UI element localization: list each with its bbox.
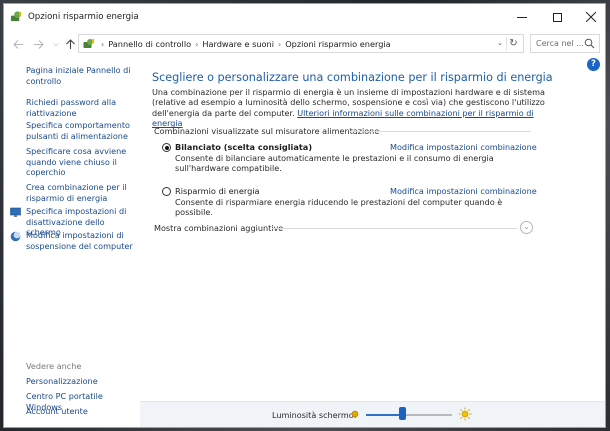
moon-icon: [10, 231, 21, 242]
back-arrow-icon: [12, 40, 23, 49]
breadcrumb-separator-icon: ›: [195, 39, 199, 49]
more-plans-label[interactable]: Mostra combinazioni aggiuntive: [154, 223, 283, 233]
brightness-slider-thumb[interactable]: [398, 407, 406, 420]
main-content: ? Scegliere o personalizzare una combina…: [140, 58, 605, 402]
brightness-label: Luminosità schermo:: [272, 410, 357, 420]
sidebar-link-sleep[interactable]: Modifica impostazioni di sospensione del…: [26, 230, 133, 251]
sidebar-link-require-password[interactable]: Richiedi password alla riattivazione: [26, 97, 136, 118]
intro-text: Una combinazione per il risparmio di ene…: [152, 87, 562, 129]
search-box[interactable]: Cerca nel ...: [530, 34, 600, 53]
breadcrumb: › Pannello di controllo › Hardware e suo…: [101, 39, 391, 49]
address-bar[interactable]: › Pannello di controllo › Hardware e suo…: [78, 34, 524, 53]
sidebar-link-power-buttons[interactable]: Specifica comportamento pulsanti di alim…: [26, 120, 136, 141]
sidebar-link-control-panel-home[interactable]: Pagina iniziale Pannello di controllo: [26, 65, 136, 86]
control-panel-icon: [83, 39, 94, 48]
plan-power-saver-radio[interactable]: [162, 187, 171, 196]
power-options-window: Opzioni risparmio energia ⌵ › Pannello d…: [3, 3, 606, 428]
forward-arrow-icon: [33, 40, 44, 49]
sidebar-item-sleep[interactable]: Modifica impostazioni di sospensione del…: [10, 230, 136, 251]
page-title: Scegliere o personalizzare una combinazi…: [152, 71, 553, 84]
minimize-button[interactable]: [502, 4, 542, 30]
plan-balanced-desc: Consente di bilanciare automaticamente l…: [175, 153, 494, 174]
monitor-icon: [10, 207, 21, 217]
maximize-icon: [552, 12, 562, 22]
plan-balanced-radio[interactable]: [162, 143, 171, 152]
sidebar-link-create-plan[interactable]: Crea combinazione per il risparmio di en…: [26, 182, 136, 203]
breadcrumb-separator-icon: ›: [278, 39, 282, 49]
sidebar-link-lid-close[interactable]: Specificare cosa avviene quando viene ch…: [26, 146, 136, 178]
breadcrumb-separator-icon: ›: [101, 39, 105, 49]
brightness-high-icon: [458, 407, 472, 421]
back-button[interactable]: [10, 36, 26, 52]
brightness-low-icon: [351, 410, 359, 418]
minimize-icon: [517, 16, 527, 18]
forward-button[interactable]: [30, 36, 46, 52]
sidebar: Pagina iniziale Pannello di controllo Ri…: [4, 58, 140, 427]
see-also-link-personalization[interactable]: Personalizzazione: [26, 376, 136, 387]
section-divider: [350, 131, 531, 132]
brightness-slider-fill: [366, 414, 403, 416]
refresh-icon[interactable]: ↻: [506, 37, 520, 51]
breadcrumb-item-control-panel[interactable]: Pannello di controllo: [108, 39, 191, 49]
more-plans-divider: [272, 228, 518, 229]
power-options-icon: [10, 11, 22, 22]
search-input[interactable]: Cerca nel ...: [536, 39, 584, 48]
title-bar: Opzioni risparmio energia: [4, 4, 605, 30]
window-title: Opzioni risparmio energia: [28, 12, 139, 22]
up-button[interactable]: [62, 36, 78, 52]
breadcrumb-item-hardware[interactable]: Hardware e suoni: [202, 39, 274, 49]
up-arrow-icon: [65, 39, 75, 49]
close-button[interactable]: [571, 4, 605, 30]
plan-power-saver-desc: Consente di risparmiare energia riducend…: [175, 197, 503, 218]
see-also-link-user-accounts[interactable]: Account utente: [26, 406, 136, 417]
address-dropdown-chevron-icon[interactable]: ⌄: [497, 39, 503, 47]
brightness-bar: Luminosità schermo:: [140, 401, 605, 427]
plan-power-saver-edit-link[interactable]: Modifica impostazioni combinazione: [390, 186, 537, 196]
close-icon: [586, 12, 596, 22]
plan-balanced-label[interactable]: Bilanciato (scelta consigliata): [175, 142, 312, 152]
breadcrumb-item-power-options[interactable]: Opzioni risparmio energia: [285, 39, 390, 49]
section-label: Combinazioni visualizzate sul misuratore…: [154, 126, 380, 136]
see-also-label: Vedere anche: [26, 361, 82, 371]
help-icon[interactable]: ?: [587, 58, 600, 71]
expand-chevron-icon[interactable]: ⌄: [520, 221, 533, 234]
plan-power-saver-label[interactable]: Risparmio di energia: [175, 186, 260, 196]
plan-balanced-edit-link[interactable]: Modifica impostazioni combinazione: [390, 142, 537, 152]
search-icon: [584, 38, 595, 49]
address-row: ⌵ › Pannello di controllo › Hardware e s…: [4, 32, 605, 56]
brightness-slider[interactable]: [366, 414, 452, 416]
